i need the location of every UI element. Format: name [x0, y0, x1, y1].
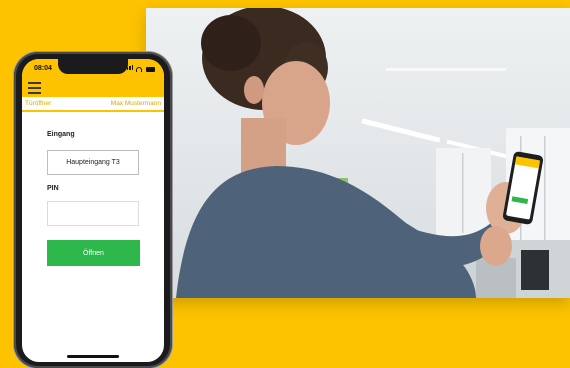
user-name[interactable]: Max Mustermann [111, 100, 161, 107]
status-time: 08:04 [34, 65, 52, 72]
entrance-select[interactable]: Haupteingang T3 [47, 150, 139, 175]
pin-input[interactable] [47, 201, 139, 226]
home-indicator[interactable] [67, 355, 119, 358]
menu-icon[interactable] [28, 82, 41, 94]
phone-mockup: 08:04 Türöffner Max Mustermann Eingang H… [14, 52, 172, 368]
battery-icon [146, 67, 155, 72]
system-icons [124, 65, 155, 72]
phone-screen: 08:04 Türöffner Max Mustermann Eingang H… [22, 59, 164, 362]
open-button[interactable]: Öffnen [47, 240, 140, 266]
phone-notch [58, 59, 128, 74]
tab-door-opener[interactable]: Türöffner [25, 100, 51, 107]
wifi-icon [136, 67, 142, 72]
pin-label: PIN [47, 185, 59, 192]
nav-tabs: Türöffner Max Mustermann [22, 97, 164, 112]
app-bar [22, 79, 164, 97]
entrance-label: Eingang [47, 131, 75, 138]
office-photo [146, 8, 570, 298]
